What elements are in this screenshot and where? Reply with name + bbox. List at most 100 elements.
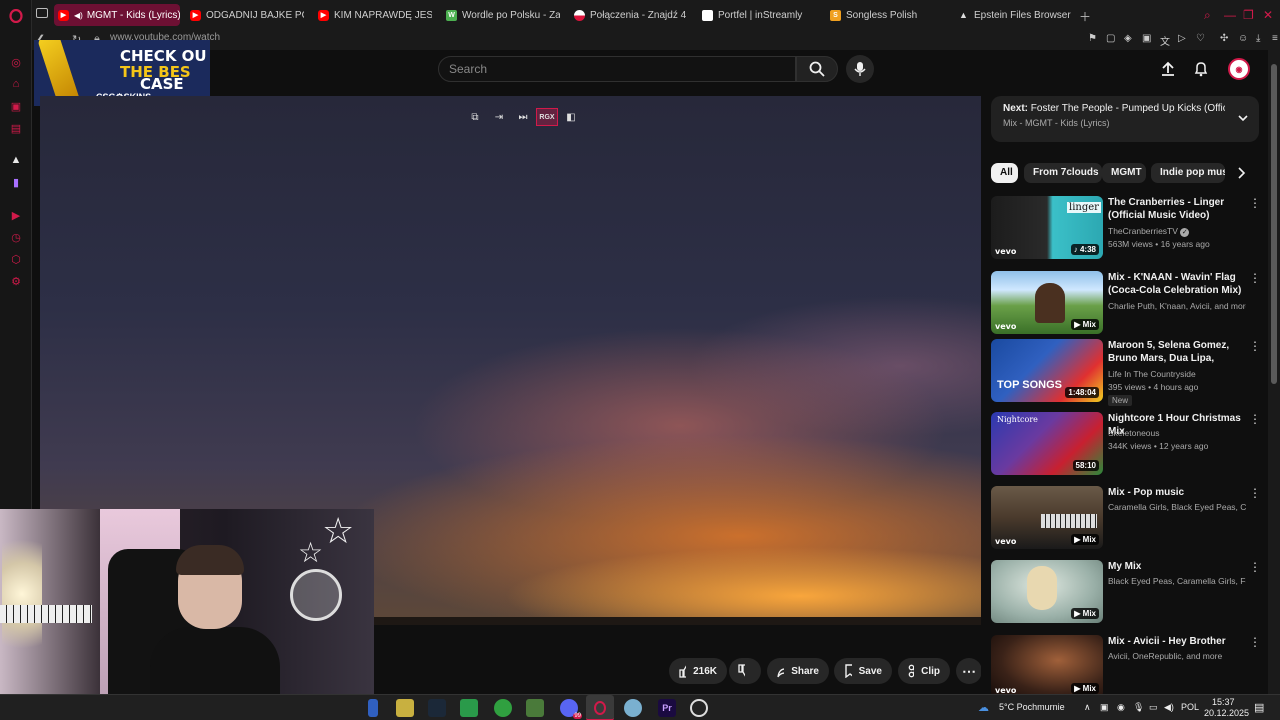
- weather-text[interactable]: 5°C Pochmurnie: [999, 702, 1065, 712]
- history-icon[interactable]: ◷: [8, 229, 24, 245]
- tray-chevron-icon[interactable]: ∧: [1084, 702, 1091, 713]
- new-tab-icon[interactable]: ＋: [1079, 8, 1091, 25]
- music-icon[interactable]: ▤: [8, 120, 24, 136]
- maximize-icon[interactable]: ❐: [1243, 8, 1254, 22]
- tab-epstein[interactable]: ▲ Epstein Files Browser: [954, 4, 1078, 26]
- channel-name[interactable]: Skeletoneous: [1108, 428, 1246, 438]
- more-vert-icon[interactable]: ⋮: [1249, 413, 1261, 425]
- snapshot-icon[interactable]: ▢: [1106, 33, 1115, 44]
- tab-songless[interactable]: S Songless Polish: [826, 4, 944, 26]
- premiere-icon[interactable]: Pr: [658, 699, 676, 717]
- twitch-icon[interactable]: ▮: [8, 174, 24, 190]
- volume-icon[interactable]: ◀): [1164, 702, 1174, 713]
- close-window-icon[interactable]: ✕: [1263, 8, 1273, 22]
- next-track-icon[interactable]: ⏭: [514, 108, 532, 126]
- share-button[interactable]: Share: [767, 658, 829, 684]
- battery-icon[interactable]: ▭: [1149, 702, 1158, 713]
- video-title[interactable]: Maroon 5, Selena Gomez, Bruno Mars, Dua …: [1108, 339, 1246, 365]
- avatar[interactable]: ◉: [1228, 58, 1250, 80]
- search-input[interactable]: Search: [438, 56, 796, 82]
- save-button[interactable]: Save: [834, 658, 892, 684]
- shopping-icon[interactable]: ⌂: [8, 76, 24, 92]
- app-icon[interactable]: [396, 699, 414, 717]
- recommended-video[interactable]: linger vevo ♪ 4:38 The Cranberries - Lin…: [991, 196, 1263, 262]
- tray-app-icon[interactable]: ▣: [1100, 702, 1109, 713]
- app-icon[interactable]: [526, 699, 544, 717]
- channel-name[interactable]: Life In The Countryside: [1108, 369, 1246, 379]
- shield-icon[interactable]: ◈: [1124, 33, 1132, 44]
- video-title[interactable]: The Cranberries - Linger (Official Music…: [1108, 196, 1246, 222]
- channel-name[interactable]: Caramella Girls, Black Eyed Peas, Colby …: [1108, 502, 1246, 512]
- recommended-video[interactable]: TOP SONGS 1:48:04 Maroon 5, Selena Gomez…: [991, 339, 1263, 406]
- video-title[interactable]: My Mix: [1108, 560, 1246, 573]
- rgx-badge[interactable]: RGX: [536, 108, 558, 126]
- app-icon[interactable]: [494, 699, 512, 717]
- theater-icon[interactable]: ◧: [562, 108, 580, 126]
- messenger-icon[interactable]: ▣: [8, 98, 24, 114]
- recommended-video[interactable]: vevo ▶ Mix Mix - Pop music Caramella Gir…: [991, 486, 1263, 552]
- notepad-icon[interactable]: [460, 699, 478, 717]
- more-vert-icon[interactable]: ⋮: [1249, 272, 1261, 284]
- steam-icon[interactable]: [428, 699, 446, 717]
- app-icon[interactable]: [368, 699, 378, 717]
- exit-icon[interactable]: ⇥: [490, 108, 508, 126]
- video-thumbnail[interactable]: linger vevo ♪ 4:38: [991, 196, 1103, 259]
- tab-odgadnij[interactable]: ▶ ODGADNIJ BAJKE PO PI: [186, 4, 304, 26]
- profile-icon[interactable]: ☺: [1238, 33, 1248, 44]
- clock-time[interactable]: 15:37: [1212, 697, 1235, 707]
- channel-name[interactable]: Black Eyed Peas, Caramella Girls, Foxy S…: [1108, 576, 1246, 586]
- opera-logo-icon[interactable]: [8, 8, 24, 24]
- dislike-button[interactable]: [729, 658, 761, 684]
- search-button[interactable]: [796, 56, 838, 82]
- video-thumbnail[interactable]: TOP SONGS 1:48:04: [991, 339, 1103, 402]
- settings-icon[interactable]: ⚙: [8, 273, 24, 289]
- channel-name[interactable]: TheCranberriesTV ✓: [1108, 226, 1246, 237]
- voice-search-button[interactable]: [846, 55, 874, 83]
- triangle-app-icon[interactable]: ▲: [8, 152, 24, 168]
- box-icon[interactable]: ▣: [1142, 33, 1151, 44]
- player-icon[interactable]: ▶: [8, 207, 24, 223]
- chip-all[interactable]: All: [991, 163, 1018, 183]
- translate-icon[interactable]: 文: [1160, 33, 1170, 48]
- microphone-icon[interactable]: 🎙︎: [1133, 702, 1144, 713]
- obs-icon[interactable]: [690, 699, 708, 717]
- chip-mgmt[interactable]: MGMT: [1102, 163, 1146, 183]
- tab-kim-naprawde[interactable]: ▶ KIM NAPRAWDĘ JEST M: [314, 4, 432, 26]
- tab-wordle[interactable]: W Wordle po Polsku - Zagra: [442, 4, 560, 26]
- clip-button[interactable]: Clip: [898, 658, 950, 684]
- channel-name[interactable]: Charlie Puth, K'naan, Avicii, and more: [1108, 301, 1246, 311]
- recommended-video[interactable]: ▶ Mix My Mix Black Eyed Peas, Caramella …: [991, 560, 1263, 626]
- extensions-icon[interactable]: ⬡: [8, 251, 24, 267]
- bookmark-icon[interactable]: ⚑: [1088, 33, 1097, 44]
- chevron-down-icon[interactable]: [1237, 112, 1249, 124]
- more-vert-icon[interactable]: ⋮: [1249, 561, 1261, 573]
- play-icon[interactable]: ▷: [1178, 33, 1186, 44]
- minimize-icon[interactable]: —: [1224, 8, 1236, 22]
- scrollbar-thumb[interactable]: [1271, 64, 1277, 384]
- heart-icon[interactable]: ♡: [1196, 33, 1205, 44]
- app-icon[interactable]: [624, 699, 642, 717]
- page-scrollbar[interactable]: [1268, 50, 1280, 694]
- menu-icon[interactable]: ≡: [1272, 33, 1278, 44]
- notifications-icon[interactable]: ▤: [1254, 701, 1264, 714]
- aria-icon[interactable]: ◎: [8, 54, 24, 70]
- recommended-video[interactable]: Nightcore 58:10 Nightcore 1 Hour Christm…: [991, 412, 1263, 478]
- tray-app-icon[interactable]: ◉: [1117, 702, 1125, 713]
- recommended-video[interactable]: vevo ▶ Mix Mix - Avicii - Hey Brother Av…: [991, 635, 1263, 694]
- video-thumbnail[interactable]: vevo ▶ Mix: [991, 271, 1103, 334]
- video-title[interactable]: Mix - K'NAAN - Wavin' Flag (Coca-Cola Ce…: [1108, 271, 1246, 297]
- more-actions-button[interactable]: ⋯: [956, 658, 982, 684]
- tab-portfel[interactable]: Portfel | inStreamly: [698, 4, 816, 26]
- video-title[interactable]: Mix - Avicii - Hey Brother: [1108, 635, 1246, 648]
- search-tabs-icon[interactable]: ⌕: [1204, 8, 1211, 23]
- download-icon[interactable]: ⤓: [1256, 33, 1260, 44]
- tab-mgmt-kids[interactable]: ▶ ◀) MGMT - Kids (Lyrics): [54, 4, 180, 26]
- lang-indicator[interactable]: POL: [1181, 702, 1199, 712]
- more-vert-icon[interactable]: ⋮: [1249, 636, 1261, 648]
- more-vert-icon[interactable]: ⋮: [1249, 197, 1261, 209]
- discord-icon[interactable]: 99: [560, 699, 582, 719]
- pip-icon[interactable]: ⧉: [466, 108, 484, 126]
- video-thumbnail[interactable]: vevo ▶ Mix: [991, 635, 1103, 694]
- like-button[interactable]: 216K: [669, 658, 727, 684]
- chip-indie-pop[interactable]: Indie pop music: [1151, 163, 1225, 183]
